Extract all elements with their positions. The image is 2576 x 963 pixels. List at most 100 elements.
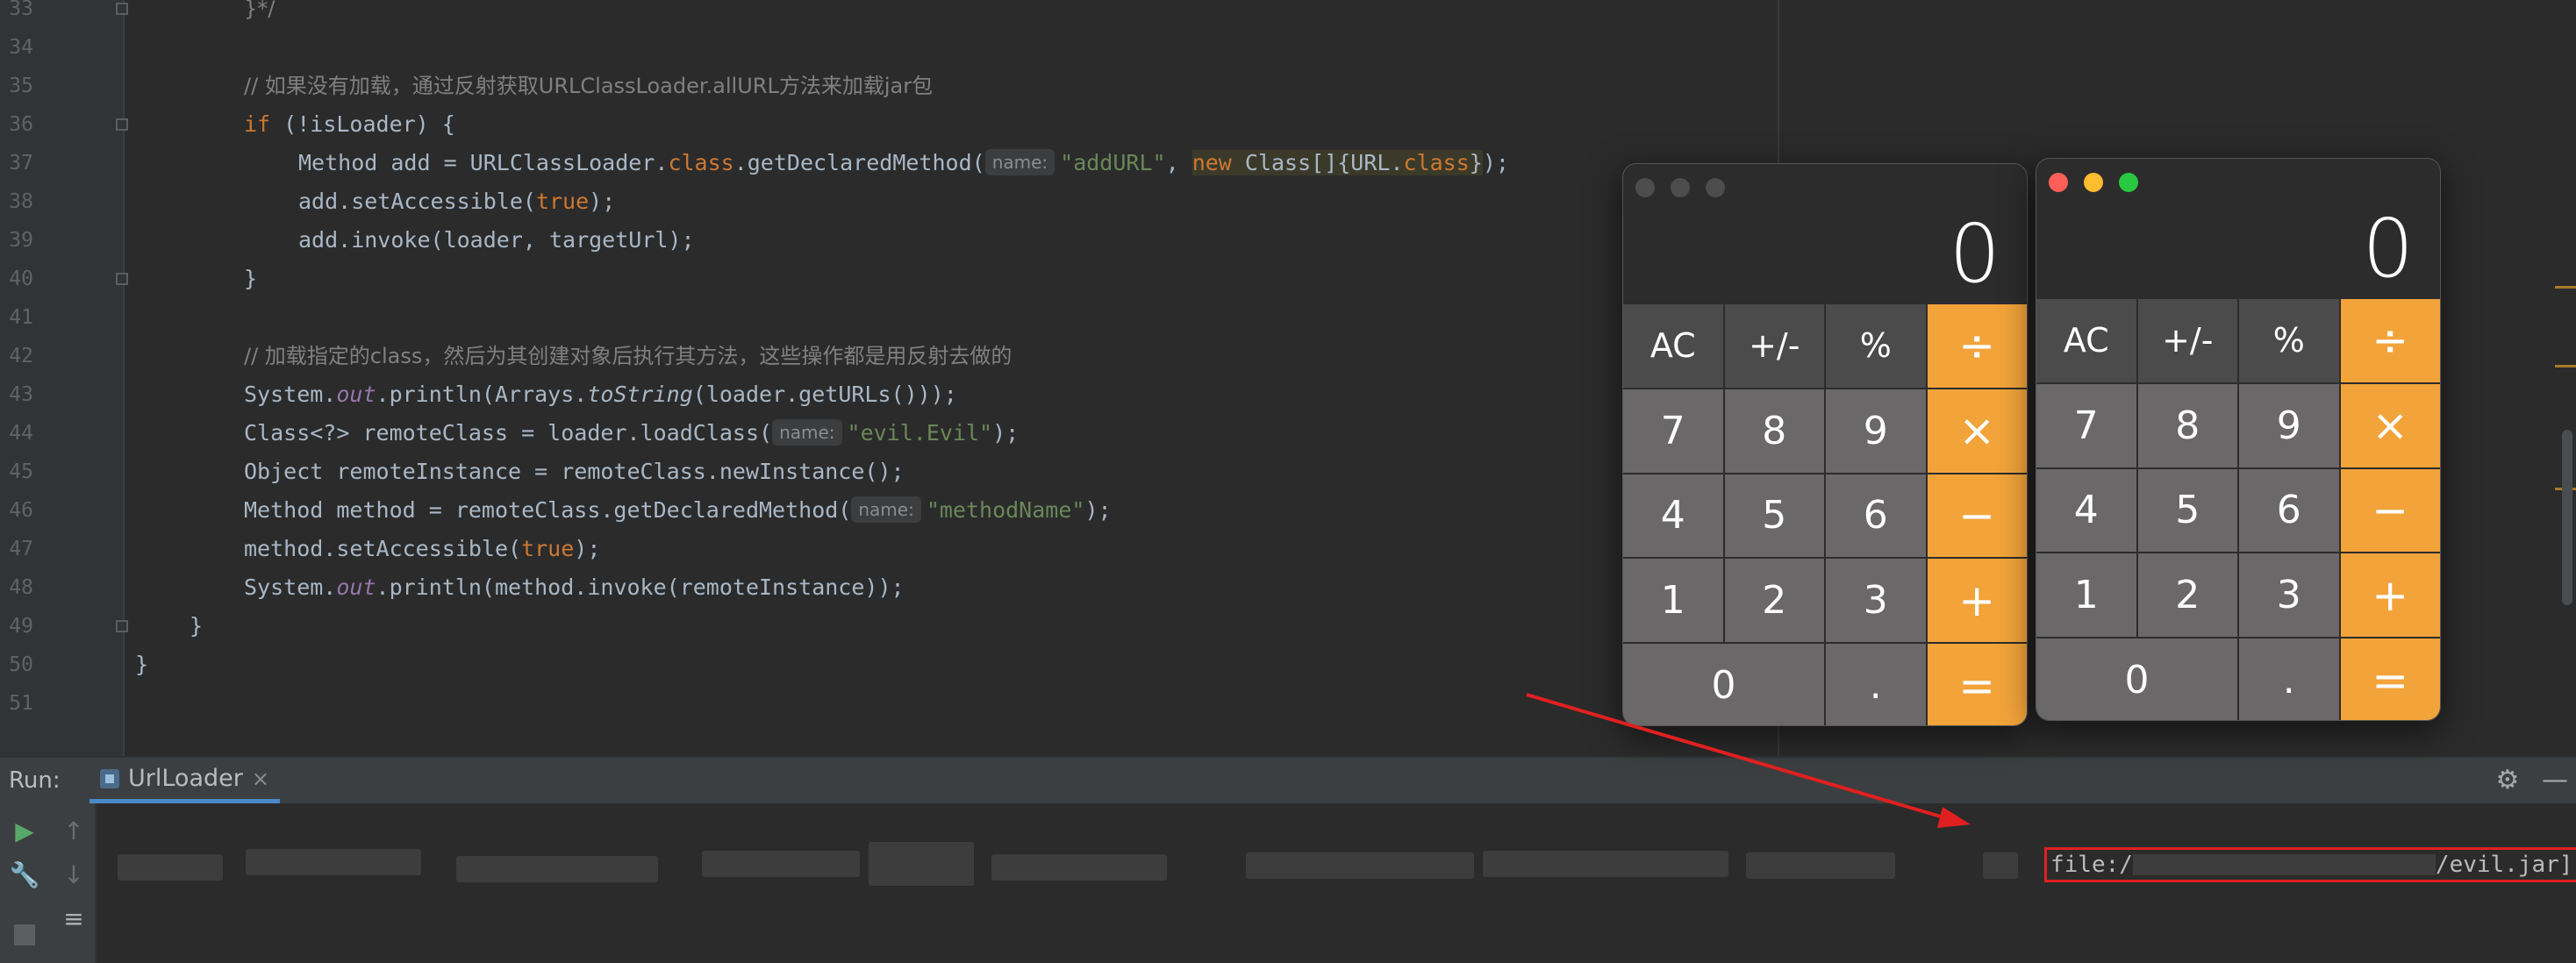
code-line[interactable]: 38 add.setAccessible(true); xyxy=(0,182,1755,221)
code-line[interactable]: 37 Method add = URLClassLoader.class.getD… xyxy=(0,144,1755,182)
close-button[interactable] xyxy=(2049,173,2068,192)
fold-marker-icon[interactable] xyxy=(116,620,128,632)
titlebar[interactable] xyxy=(2036,159,2440,197)
multiply-button[interactable]: × xyxy=(1927,389,2027,473)
digit-0-button[interactable]: 0 xyxy=(2036,638,2237,720)
close-icon[interactable]: × xyxy=(252,767,269,791)
digit-7-button[interactable]: 7 xyxy=(2036,383,2136,467)
digit-7-button[interactable]: 7 xyxy=(1623,389,1723,473)
close-button[interactable] xyxy=(1635,178,1655,197)
line-number[interactable]: 33 xyxy=(0,0,33,28)
line-number[interactable]: 38 xyxy=(0,182,33,221)
arrow-up-icon[interactable]: ↑ xyxy=(56,814,91,849)
digit-2-button[interactable]: 2 xyxy=(2137,553,2237,638)
tab-urlloader[interactable]: UrlLoader × xyxy=(89,758,280,803)
clear-button[interactable]: AC xyxy=(1623,304,1723,388)
code-line[interactable]: 40} xyxy=(0,260,1755,298)
code-line[interactable]: 43 System.out.println(Arrays.toString(loa… xyxy=(0,375,1755,414)
rerun-icon[interactable]: ▶ xyxy=(7,814,42,849)
line-number[interactable]: 34 xyxy=(0,28,33,67)
line-number[interactable]: 36 xyxy=(0,105,33,144)
equals-button[interactable]: = xyxy=(1927,644,2027,725)
digit-1-button[interactable]: 1 xyxy=(2036,553,2136,638)
code-line[interactable]: 34 xyxy=(0,28,1755,67)
digit-8-button[interactable]: 8 xyxy=(1724,389,1824,473)
digit-3-button[interactable]: 3 xyxy=(2239,553,2339,638)
fold-marker-icon[interactable] xyxy=(116,273,128,285)
digit-5-button[interactable]: 5 xyxy=(1724,474,1824,558)
code-line[interactable]: 33}*/ xyxy=(0,0,1755,28)
percent-button[interactable]: % xyxy=(1826,304,1926,388)
digit-9-button[interactable]: 9 xyxy=(2239,383,2339,467)
console-output[interactable] xyxy=(97,803,2576,963)
line-number[interactable]: 39 xyxy=(0,221,33,260)
clear-button[interactable]: AC xyxy=(2036,299,2136,382)
line-number[interactable]: 37 xyxy=(0,144,33,182)
sign-toggle-button[interactable]: +/- xyxy=(1724,304,1824,388)
digit-9-button[interactable]: 9 xyxy=(1826,389,1926,473)
gear-icon[interactable]: ⚙ xyxy=(2494,767,2522,795)
percent-button[interactable]: % xyxy=(2239,299,2339,382)
multiply-button[interactable]: × xyxy=(2340,383,2440,467)
warning-marker[interactable] xyxy=(2555,286,2576,289)
decimal-button[interactable]: . xyxy=(2239,638,2339,720)
line-number[interactable]: 42 xyxy=(0,337,33,375)
digit-2-button[interactable]: 2 xyxy=(1724,559,1824,643)
digit-6-button[interactable]: 6 xyxy=(1826,474,1926,558)
warning-marker[interactable] xyxy=(2555,365,2576,367)
soft-wrap-icon[interactable]: ≡ xyxy=(56,902,91,937)
digit-4-button[interactable]: 4 xyxy=(2036,468,2136,553)
line-number[interactable]: 50 xyxy=(0,646,33,684)
digit-0-button[interactable]: 0 xyxy=(1623,644,1824,725)
line-number[interactable]: 51 xyxy=(0,684,33,723)
code-line[interactable]: 46 Method method = remoteClass.getDeclare… xyxy=(0,491,1755,530)
digit-3-button[interactable]: 3 xyxy=(1826,559,1926,643)
code-line[interactable]: 42 // 加载指定的class，然后为其创建对象后执行其方法，这些操作都是用反射… xyxy=(0,337,1755,375)
minimize-icon[interactable]: — xyxy=(2541,767,2569,795)
line-number[interactable]: 35 xyxy=(0,67,33,105)
line-number[interactable]: 48 xyxy=(0,568,33,607)
digit-8-button[interactable]: 8 xyxy=(2137,383,2237,467)
divide-button[interactable]: ÷ xyxy=(2340,299,2440,382)
calculator-window-active[interactable]: 0 AC +/-% ÷ 7 8 9 × 4 5 6− 1 2 3 +0. = xyxy=(2036,158,2441,721)
titlebar[interactable] xyxy=(1623,164,2027,203)
line-number[interactable]: 40 xyxy=(0,260,33,298)
digit-1-button[interactable]: 1 xyxy=(1623,559,1723,643)
equals-button[interactable]: = xyxy=(2340,638,2440,720)
code-line[interactable]: 39 add.invoke(loader, targetUrl); xyxy=(0,221,1755,260)
minimize-button[interactable] xyxy=(1671,178,1690,197)
line-number[interactable]: 43 xyxy=(0,375,33,414)
subtract-button[interactable]: − xyxy=(1927,474,2027,558)
code-line[interactable]: 41 xyxy=(0,298,1755,337)
subtract-button[interactable]: − xyxy=(2340,468,2440,553)
code-line[interactable]: 45 Object remoteInstance = remoteClass.ne… xyxy=(0,453,1755,491)
line-number[interactable]: 41 xyxy=(0,298,33,337)
code-line[interactable]: 47 method.setAccessible(true); xyxy=(0,530,1755,568)
minimize-button[interactable] xyxy=(2084,173,2103,192)
code-line[interactable]: 44 Class<?> remoteClass = loader.loadClas… xyxy=(0,414,1755,453)
vertical-scrollbar[interactable] xyxy=(2562,430,2572,605)
add-button[interactable]: + xyxy=(1927,559,2027,643)
fold-marker-icon[interactable] xyxy=(116,118,128,131)
line-number[interactable]: 45 xyxy=(0,453,33,491)
code-line[interactable]: 51 xyxy=(0,684,1755,723)
arrow-down-icon[interactable]: ↓ xyxy=(56,858,91,893)
digit-5-button[interactable]: 5 xyxy=(2137,468,2237,553)
decimal-button[interactable]: . xyxy=(1826,644,1926,725)
line-number[interactable]: 49 xyxy=(0,607,33,646)
code-line[interactable]: 50} xyxy=(0,646,1755,684)
code-line[interactable]: 35 // 如果没有加载，通过反射获取URLClassLoader.allURL方… xyxy=(0,67,1755,105)
divide-button[interactable]: ÷ xyxy=(1927,304,2027,388)
code-line[interactable]: 48 System.out.println(method.invoke(remot… xyxy=(0,568,1755,607)
calculator-window-inactive[interactable]: 0 AC +/-% ÷ 7 8 9 × 4 5 6− 1 2 3 +0. = xyxy=(1622,163,2028,726)
add-button[interactable]: + xyxy=(2340,553,2440,638)
zoom-button[interactable] xyxy=(1706,178,1725,197)
line-number[interactable]: 46 xyxy=(0,491,33,530)
digit-6-button[interactable]: 6 xyxy=(2239,468,2339,553)
fold-marker-icon[interactable] xyxy=(116,3,128,15)
sign-toggle-button[interactable]: +/- xyxy=(2137,299,2237,382)
line-number[interactable]: 44 xyxy=(0,414,33,453)
code-line[interactable]: 36 if (!isLoader) { xyxy=(0,105,1755,144)
stop-icon[interactable] xyxy=(14,924,35,945)
code-line[interactable]: 49} xyxy=(0,607,1755,646)
